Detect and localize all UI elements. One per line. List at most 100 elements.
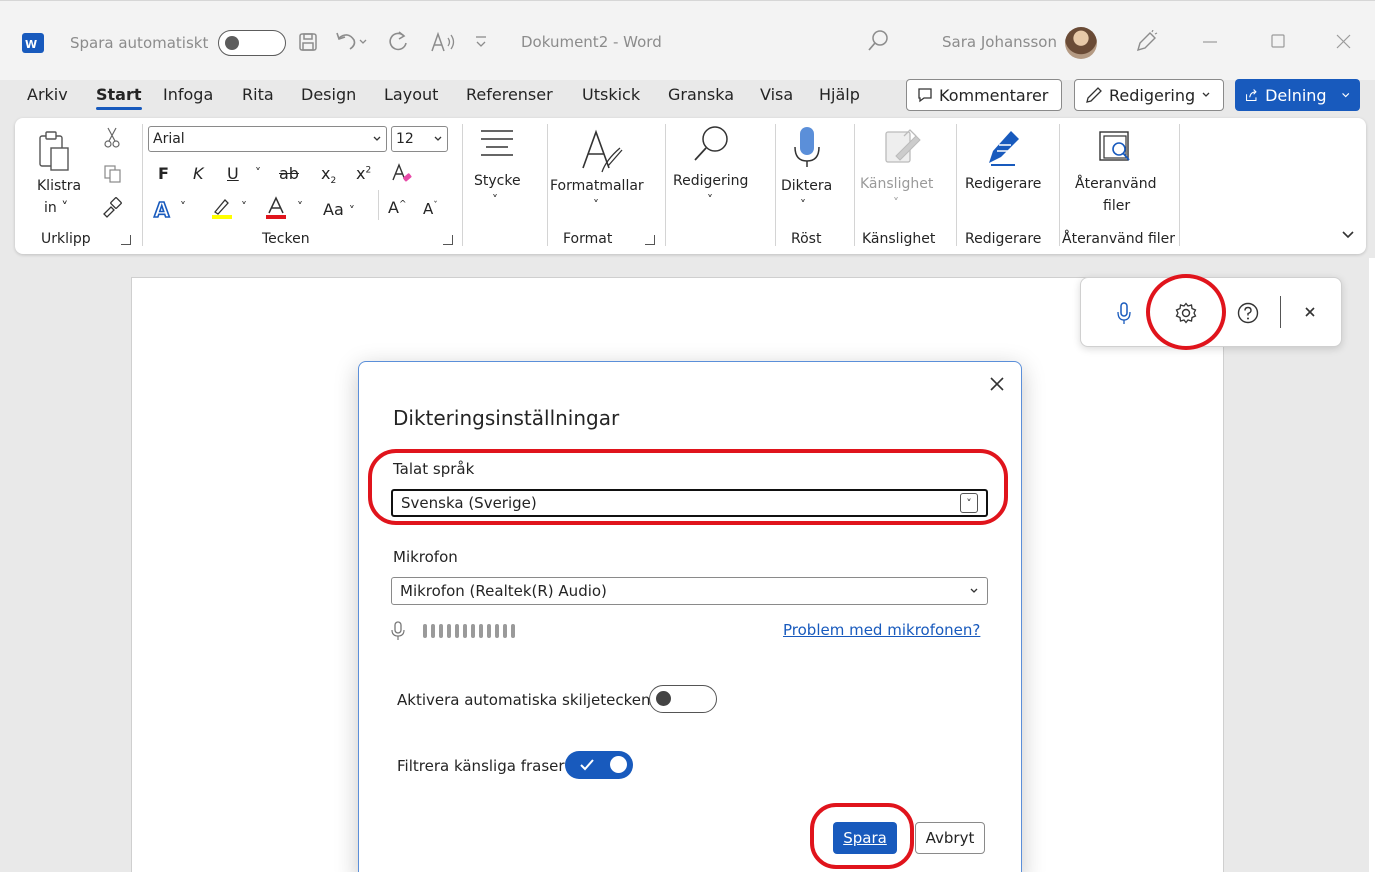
highlight-dropdown-icon[interactable]: ˅ xyxy=(241,200,247,214)
check-icon xyxy=(580,759,594,771)
cut-icon[interactable] xyxy=(103,126,121,148)
tab-start[interactable]: Start xyxy=(96,85,142,110)
tab-utskick[interactable]: Utskick xyxy=(582,85,640,104)
editor-label[interactable]: Redigerare xyxy=(965,176,1041,192)
cancel-button[interactable]: Avbryt xyxy=(915,822,985,854)
reuse-files-label-2[interactable]: filer xyxy=(1103,198,1130,214)
sensitivity-icon xyxy=(882,126,922,166)
dictate-mic-icon[interactable] xyxy=(792,125,822,169)
group-label-sensitivity: Känslighet xyxy=(862,231,936,247)
paste-label[interactable]: Klistra xyxy=(37,178,81,194)
minimize-icon[interactable] xyxy=(1202,40,1218,44)
ribbon-separator xyxy=(665,124,666,246)
styles-dropdown-icon[interactable]: ˅ xyxy=(593,198,599,212)
tab-design[interactable]: Design xyxy=(301,85,356,104)
paste-label-2[interactable]: in ˅ xyxy=(44,200,68,216)
close-dictation-icon[interactable] xyxy=(1304,306,1316,318)
autosave-toggle[interactable] xyxy=(218,30,287,56)
tab-rita[interactable]: Rita xyxy=(242,85,274,104)
text-effects-icon[interactable]: A xyxy=(153,198,177,220)
underline-dropdown-icon[interactable]: ˅ xyxy=(255,166,261,180)
paragraph-icon[interactable] xyxy=(479,128,515,158)
ribbon-separator xyxy=(854,124,855,246)
highlight-color-icon[interactable] xyxy=(211,196,233,220)
autosave-control[interactable]: Spara automatiskt xyxy=(70,30,287,56)
font-color-icon[interactable] xyxy=(265,196,287,220)
tab-arkiv[interactable]: Arkiv xyxy=(27,85,68,104)
search-icon[interactable] xyxy=(866,29,890,53)
mic-icon xyxy=(391,621,405,640)
group-label-clipboard: Urklipp xyxy=(41,231,91,247)
tab-infoga[interactable]: Infoga xyxy=(163,85,213,104)
copy-icon[interactable] xyxy=(103,164,123,184)
ribbon-collapse-chevron-icon[interactable] xyxy=(1341,230,1355,240)
grow-font-icon[interactable]: A^ xyxy=(388,198,407,217)
paste-icon[interactable] xyxy=(37,128,71,174)
bold-button[interactable]: F xyxy=(158,164,169,183)
customize-qat-icon[interactable] xyxy=(474,31,488,51)
toolbar-divider xyxy=(1280,296,1281,328)
font-name-combo[interactable]: Arial xyxy=(148,126,387,152)
avatar[interactable] xyxy=(1065,27,1097,59)
editing-dropdown-icon[interactable]: ˅ xyxy=(707,193,713,207)
text-effects-dropdown-icon[interactable]: ˅ xyxy=(180,200,186,214)
tab-hjalp[interactable]: Hjälp xyxy=(819,85,860,104)
comments-button[interactable]: Kommentarer xyxy=(906,79,1062,111)
chevron-down-icon xyxy=(434,136,442,141)
clipboard-launcher-icon[interactable] xyxy=(121,235,131,245)
dictation-mic-icon[interactable] xyxy=(1116,301,1132,325)
auto-punctuation-toggle[interactable] xyxy=(649,685,717,713)
underline-button[interactable]: U xyxy=(227,164,239,183)
font-size-combo[interactable]: 12 xyxy=(391,126,448,152)
clear-formatting-icon[interactable] xyxy=(391,162,413,184)
styles-label[interactable]: Formatmallar xyxy=(550,178,644,194)
mic-level-bar xyxy=(471,624,475,638)
redo-icon[interactable] xyxy=(388,30,410,52)
find-icon[interactable] xyxy=(691,124,731,164)
strikethrough-button[interactable]: ab xyxy=(279,164,299,183)
share-icon xyxy=(1246,89,1257,101)
tab-layout[interactable]: Layout xyxy=(384,85,438,104)
ribbon-separator xyxy=(1179,124,1180,246)
editor-icon[interactable] xyxy=(983,127,1023,167)
help-icon[interactable] xyxy=(1237,302,1259,324)
ribbon-separator xyxy=(547,124,548,246)
mic-level-bar xyxy=(431,624,435,638)
reuse-files-label[interactable]: Återanvänd xyxy=(1075,176,1157,192)
styles-launcher-icon[interactable] xyxy=(645,235,655,245)
filter-phrases-label: Filtrera känsliga fraser xyxy=(397,757,565,775)
microphone-select[interactable]: Mikrofon (Realtek(R) Audio) xyxy=(391,577,988,605)
font-launcher-icon[interactable] xyxy=(443,235,453,245)
paragraph-label[interactable]: Stycke xyxy=(474,173,521,189)
shrink-font-icon[interactable]: Aˇ xyxy=(423,200,438,218)
paragraph-dropdown-icon[interactable]: ˅ xyxy=(492,193,498,207)
reuse-files-icon[interactable] xyxy=(1098,130,1134,164)
editing-label[interactable]: Redigering xyxy=(673,173,748,189)
designer-pen-icon[interactable] xyxy=(1134,30,1158,54)
dictate-label[interactable]: Diktera xyxy=(781,178,832,194)
font-color-dropdown-icon[interactable]: ˅ xyxy=(297,200,303,214)
tab-visa[interactable]: Visa xyxy=(760,85,793,104)
close-window-icon[interactable] xyxy=(1336,34,1351,49)
chevron-down-icon xyxy=(373,136,381,141)
italic-button[interactable]: K xyxy=(193,164,204,183)
tab-referenser[interactable]: Referenser xyxy=(466,85,553,104)
undo-icon[interactable] xyxy=(334,30,368,52)
mic-problem-link[interactable]: Problem med mikrofonen? xyxy=(783,621,980,639)
ribbon-separator xyxy=(956,124,957,246)
subscript-icon[interactable]: x2 xyxy=(321,164,336,186)
change-case-button[interactable]: Aa ˅ xyxy=(323,200,355,219)
format-painter-icon[interactable] xyxy=(101,196,123,218)
dictate-dropdown-icon[interactable]: ˅ xyxy=(800,198,806,212)
dialog-close-icon[interactable] xyxy=(989,370,1005,392)
share-button[interactable]: Delning xyxy=(1235,79,1360,111)
filter-phrases-toggle[interactable] xyxy=(565,751,633,779)
superscript-icon[interactable]: x2 xyxy=(356,164,371,183)
styles-icon[interactable] xyxy=(580,128,624,174)
maximize-icon[interactable] xyxy=(1271,34,1285,48)
save-icon[interactable] xyxy=(298,32,318,52)
read-aloud-icon[interactable] xyxy=(430,31,458,53)
user-name[interactable]: Sara Johansson xyxy=(942,33,1057,51)
editing-mode-button[interactable]: Redigering xyxy=(1074,79,1224,111)
tab-granska[interactable]: Granska xyxy=(668,85,734,104)
